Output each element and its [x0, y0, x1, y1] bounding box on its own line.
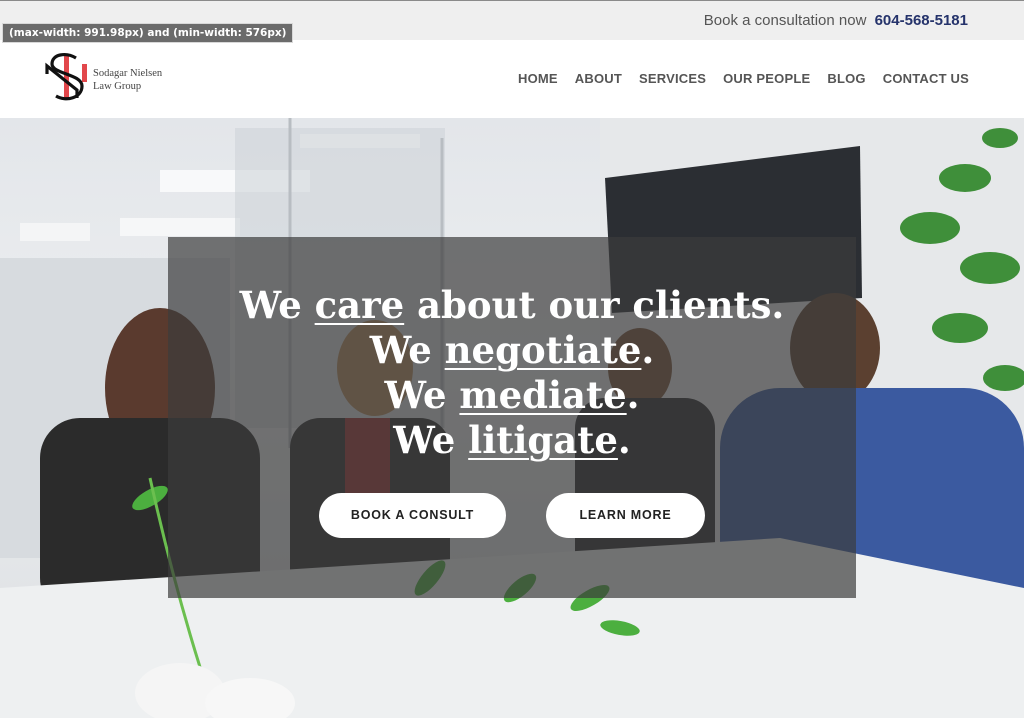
headline-word-mediate: mediate — [459, 373, 627, 417]
nav-our-people[interactable]: OUR PEOPLE — [723, 71, 810, 86]
brand-name: Sodagar Nielsen Law Group — [93, 67, 162, 93]
hero-section: We care about our clients. We negotiate.… — [0, 118, 1024, 718]
hero-overlay-panel: We care about our clients. We negotiate.… — [168, 237, 856, 598]
nav-about[interactable]: ABOUT — [575, 71, 622, 86]
nav-contact-us[interactable]: CONTACT US — [883, 71, 969, 86]
site-header: Sodagar Nielsen Law Group HOME ABOUT SER… — [0, 40, 1024, 118]
headline-word-litigate: litigate — [468, 418, 618, 462]
consultation-notice: Book a consultation now 604-568-5181 — [704, 12, 968, 29]
hero-headline: We care about our clients. We negotiate.… — [168, 283, 856, 463]
consultation-text: Book a consultation now — [703, 12, 867, 29]
headline-line-3: We mediate. — [384, 373, 640, 417]
learn-more-button[interactable]: LEARN MORE — [546, 493, 705, 538]
headline-word-negotiate: negotiate — [444, 328, 642, 372]
nav-home[interactable]: HOME — [518, 71, 558, 86]
headline-word-care: care — [314, 283, 405, 327]
site-logo[interactable]: Sodagar Nielsen Law Group — [44, 50, 184, 108]
phone-link[interactable]: 604-568-5181 — [875, 12, 968, 29]
main-nav: HOME ABOUT SERVICES OUR PEOPLE BLOG CONT… — [518, 71, 969, 86]
headline-line-4: We litigate. — [393, 418, 631, 462]
headline-line-2: We negotiate. — [369, 328, 655, 372]
nav-blog[interactable]: BLOG — [827, 71, 865, 86]
sn-monogram-icon — [45, 53, 87, 101]
nav-services[interactable]: SERVICES — [639, 71, 706, 86]
book-consult-button[interactable]: BOOK A CONSULT — [319, 493, 506, 538]
brand-line-2: Law Group — [93, 81, 142, 92]
headline-line-1: We care about our clients. — [239, 283, 785, 327]
media-query-badge: (max-width: 991.98px) and (min-width: 57… — [2, 23, 294, 43]
brand-line-1: Sodagar Nielsen — [93, 68, 163, 79]
